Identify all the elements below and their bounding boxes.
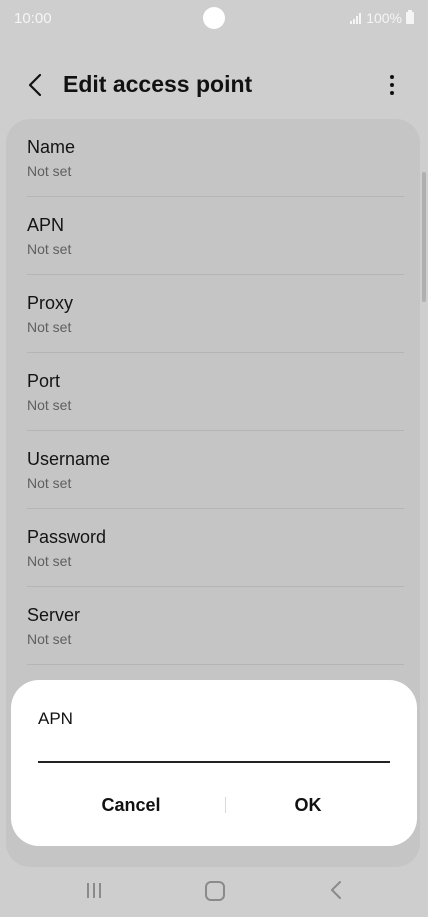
more-options-button[interactable] bbox=[378, 70, 406, 100]
list-item-port[interactable]: Port Not set bbox=[27, 353, 404, 431]
recents-button[interactable] bbox=[87, 883, 101, 898]
navigation-bar bbox=[0, 864, 428, 917]
list-item-value: Not set bbox=[27, 241, 72, 257]
cancel-button[interactable]: Cancel bbox=[36, 788, 226, 822]
list-item-value: Not set bbox=[27, 163, 72, 179]
status-bar: 10:00 100% bbox=[0, 0, 428, 38]
list-item-apn[interactable]: APN Not set bbox=[27, 197, 404, 275]
app-bar: Edit access point bbox=[0, 56, 428, 112]
dialog-buttons: Cancel OK bbox=[11, 788, 417, 822]
dialog-title: APN bbox=[38, 709, 73, 728]
list-item-value: Not set bbox=[27, 631, 72, 647]
list-item-value: Not set bbox=[27, 553, 72, 569]
list-item-server[interactable]: Server Not set bbox=[27, 587, 404, 665]
nav-back-button[interactable] bbox=[330, 880, 342, 900]
list-item-value: Not set bbox=[27, 319, 72, 335]
more-options-icon bbox=[390, 75, 394, 79]
signal-icon bbox=[350, 12, 362, 24]
list-item-proxy[interactable]: Proxy Not set bbox=[27, 275, 404, 353]
list-item-label: Port bbox=[27, 371, 61, 391]
list-item-label: Proxy bbox=[27, 293, 74, 313]
recents-icon bbox=[87, 883, 89, 898]
list-item-label: Name bbox=[27, 137, 76, 157]
list-item-password[interactable]: Password Not set bbox=[27, 509, 404, 587]
home-button[interactable] bbox=[205, 881, 225, 901]
camera-cutout bbox=[203, 7, 225, 29]
list-item-username[interactable]: Username Not set bbox=[27, 431, 404, 509]
list-item-value: Not set bbox=[27, 397, 72, 413]
list-item-label: Username bbox=[27, 449, 111, 469]
battery-icon bbox=[406, 10, 414, 24]
back-button[interactable] bbox=[18, 68, 52, 102]
list-item-label: Password bbox=[27, 527, 107, 547]
battery-percent: 100% bbox=[366, 10, 402, 26]
apn-input-dialog: APN Cancel OK bbox=[11, 680, 417, 846]
status-time: 10:00 bbox=[14, 10, 52, 27]
list-item-name[interactable]: Name Not set bbox=[27, 119, 404, 197]
status-indicators: 100% bbox=[350, 10, 414, 26]
scrollbar[interactable] bbox=[422, 172, 426, 302]
list-item-label: Server bbox=[27, 605, 81, 625]
list-item-label: APN bbox=[27, 215, 65, 235]
ok-button[interactable]: OK bbox=[213, 788, 403, 822]
list-item-value: Not set bbox=[27, 475, 72, 491]
apn-input-field[interactable] bbox=[38, 761, 390, 763]
page-title: Edit access point bbox=[63, 71, 253, 97]
chevron-left-icon bbox=[28, 73, 42, 97]
